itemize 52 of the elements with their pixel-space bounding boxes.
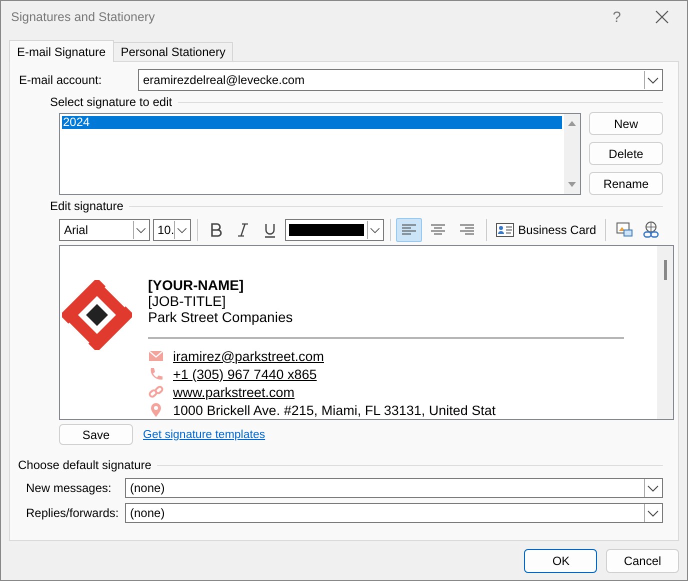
dialog-button[interactable]: OK <box>524 549 597 573</box>
section-heading: Select signature to edit <box>50 95 172 109</box>
address-text: 1000 Brickell Ave. #215, Miami, FL 33131, United Stat <box>173 402 496 418</box>
envelope-icon <box>148 348 164 364</box>
templates-link[interactable]: Get signature templates <box>143 428 266 440</box>
chevron-icon <box>366 220 382 238</box>
dialog-button[interactable]: Cancel <box>606 549 679 573</box>
signature-action-button[interactable]: Rename <box>589 172 663 195</box>
contact-link[interactable]: iramirez@parkstreet.com <box>173 348 324 364</box>
tab[interactable]: Personal Stationery <box>112 42 234 61</box>
field-label: Replies/forwards: <box>26 506 120 520</box>
account-dropdown[interactable]: eramirezdelreal@levecke.com <box>138 69 663 91</box>
help-button[interactable]: ? <box>612 8 621 26</box>
signature-name: [YOUR-NAME] <box>148 277 245 293</box>
font-color-dropdown[interactable] <box>284 218 384 240</box>
down-arrow-icon <box>567 181 577 189</box>
close-icon[interactable] <box>655 10 669 24</box>
size-dropdown[interactable]: 10. <box>153 218 192 240</box>
tab[interactable]: E-mail Signature <box>9 40 114 62</box>
chevron-icon <box>644 479 661 497</box>
link-icon <box>148 384 164 400</box>
company-logo-drawing <box>62 280 132 350</box>
chevron-icon <box>174 220 190 238</box>
scrollbar[interactable] <box>657 246 673 419</box>
default-signature-dropdown[interactable]: (none) <box>125 503 663 523</box>
chevron-icon <box>644 71 661 89</box>
contact-link[interactable]: www.parkstreet.com <box>173 384 295 400</box>
align-left-icon[interactable] <box>396 218 422 242</box>
scrollbar-thumb[interactable] <box>664 260 666 280</box>
signature-action-button[interactable]: New <box>589 112 663 135</box>
list-item[interactable]: 2024 <box>62 116 562 129</box>
signature-action-button[interactable]: Delete <box>589 142 663 165</box>
save-button[interactable]: Save <box>59 424 133 445</box>
contact-link[interactable]: +1 (305) 967 7440 x865 <box>173 366 317 382</box>
chevron-icon <box>133 220 148 238</box>
scrollbar[interactable] <box>564 114 580 194</box>
font-dropdown[interactable]: Arial <box>59 218 150 240</box>
up-arrow-icon <box>567 119 577 127</box>
window-title: Signatures and Stationery <box>11 10 156 24</box>
default-signature-dropdown[interactable]: (none) <box>125 478 663 498</box>
field-label: New messages: <box>26 481 112 495</box>
chevron-icon <box>644 504 661 522</box>
field-label: E-mail account: <box>18 73 103 87</box>
location-pin-icon <box>148 402 164 418</box>
section-heading: Edit signature <box>50 199 124 213</box>
business-card-button[interactable]: Business Card <box>493 222 600 236</box>
section-heading: Choose default signature <box>18 458 152 472</box>
phone-icon <box>148 366 164 382</box>
contact-card-icon <box>496 222 514 236</box>
job-title: [JOB-TITLE] <box>148 293 227 309</box>
signature-editor[interactable]: [YOUR-NAME] [JOB-TITLE] Park Street Companies iramirez@parkstreet.com +1 (305) 967 7440 x865 www.parkstreet.com 1000 Brickell Ave. #215, Miami, FL 33131, United Stat <box>59 245 674 420</box>
company-name: Park Street Companies <box>148 309 294 325</box>
